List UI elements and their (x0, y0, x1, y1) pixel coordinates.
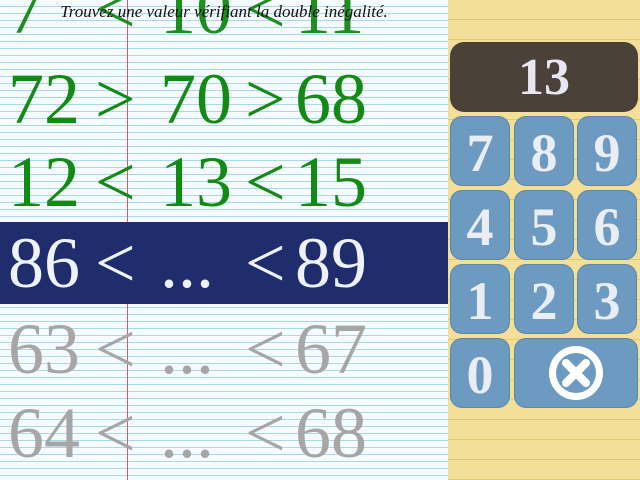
key-8[interactable]: 8 (514, 116, 574, 186)
left-value: 64 (8, 393, 80, 473)
delete-button[interactable] (514, 338, 638, 408)
instruction-text: Trouvez une valeur vérifiant la double i… (60, 2, 388, 21)
right-value: 68 (295, 393, 367, 473)
operator: < (245, 223, 286, 303)
answer-slot: ... (160, 393, 214, 473)
inequality-row-active[interactable]: 86 < ... < 89 (0, 222, 448, 304)
inequality-row-solved: 72 > 70 > 68 (0, 58, 448, 140)
inequality-row-solved: 12 < 13 < 15 (0, 141, 448, 223)
key-0[interactable]: 0 (450, 338, 510, 408)
key-9[interactable]: 9 (577, 116, 637, 186)
key-1[interactable]: 1 (450, 264, 510, 334)
inequality-row-pending: 64 < ... < 68 (0, 392, 448, 474)
close-circle-icon (549, 346, 603, 400)
key-7[interactable]: 7 (450, 116, 510, 186)
key-5[interactable]: 5 (514, 190, 574, 260)
right-value: 15 (295, 142, 367, 222)
middle-value: 13 (160, 142, 232, 222)
left-value: 63 (8, 309, 80, 389)
key-4[interactable]: 4 (450, 190, 510, 260)
left-value: 72 (8, 59, 80, 139)
operator: < (95, 309, 136, 389)
left-value: 12 (8, 142, 80, 222)
operator: < (245, 309, 286, 389)
right-value: 68 (295, 59, 367, 139)
answer-slot: ... (160, 223, 214, 303)
middle-value: 70 (160, 59, 232, 139)
operator: > (245, 59, 286, 139)
key-2[interactable]: 2 (514, 264, 574, 334)
operator: < (245, 393, 286, 473)
inequality-row-pending: 63 < ... < 67 (0, 308, 448, 390)
left-value: 86 (8, 223, 80, 303)
key-6[interactable]: 6 (577, 190, 637, 260)
answer-display: 13 (450, 42, 638, 112)
notebook-paper: Trouvez une valeur vérifiant la double i… (0, 0, 448, 480)
answer-slot: ... (160, 309, 214, 389)
operator: < (95, 223, 136, 303)
right-value: 89 (295, 223, 367, 303)
operator: < (95, 393, 136, 473)
operator: < (95, 142, 136, 222)
right-value: 67 (295, 309, 367, 389)
operator: < (245, 142, 286, 222)
key-3[interactable]: 3 (577, 264, 637, 334)
operator: > (95, 59, 136, 139)
